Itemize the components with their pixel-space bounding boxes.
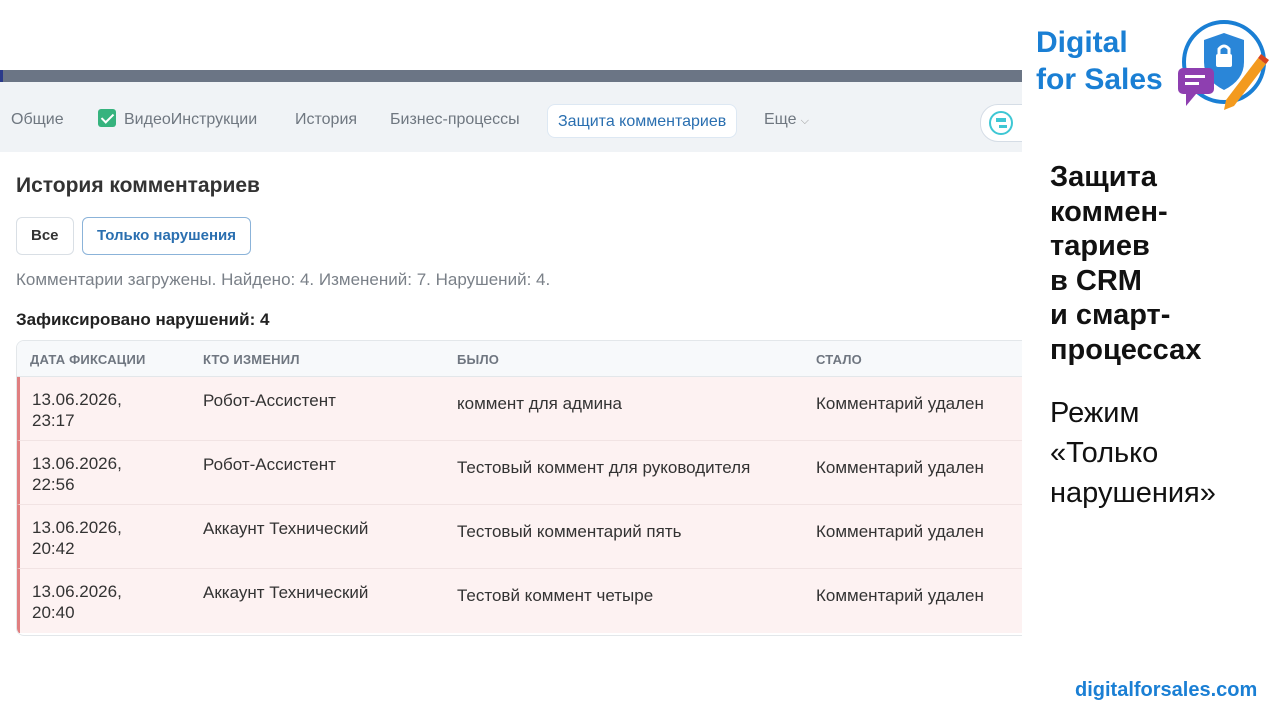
cell-became: Комментарий удален — [816, 394, 984, 413]
cell-became: Комментарий удален — [816, 522, 984, 541]
violations-table: ДАТА ФИКСАЦИИ КТО ИЗМЕНИЛ БЫЛО СТАЛО 13.… — [16, 340, 1022, 636]
column-header-became[interactable]: СТАЛО — [816, 352, 862, 367]
headline-line: Защита — [1050, 161, 1157, 193]
headline-line: в CRM — [1050, 264, 1142, 297]
table-row[interactable]: 13.06.2026, 20:42 Аккаунт Технический Тес… — [17, 505, 1022, 569]
cell-date-time: 22:56 — [32, 475, 75, 494]
cell-date: 13.06.2026, 20:40 — [32, 581, 162, 623]
filter-violations-only-button[interactable]: Только нарушения — [82, 217, 251, 255]
cell-who: Робот-Ассистент — [203, 391, 336, 410]
cell-became: Комментарий удален — [816, 458, 984, 477]
headline-line: тариев — [1050, 230, 1150, 262]
load-status-text: Комментарии загружены. Найдено: 4. Измен… — [16, 270, 551, 289]
mode-caption: Режим «Только нарушения» — [1050, 393, 1216, 513]
shield-chat-pencil-logo — [1178, 20, 1269, 110]
tab-more[interactable]: Еще ⌵ — [764, 102, 809, 138]
column-header-date[interactable]: ДАТА ФИКСАЦИИ — [30, 352, 146, 367]
column-header-who[interactable]: КТО ИЗМЕНИЛ — [203, 352, 300, 367]
cell-who: Аккаунт Технический — [203, 583, 369, 602]
brand-logo-line-2: for Sales — [1036, 63, 1163, 96]
list-tool-icon — [989, 111, 1013, 135]
chevron-down-icon: ⌵ — [800, 115, 809, 127]
cell-date-day: 13.06.2026, — [32, 454, 122, 473]
table-row[interactable]: 13.06.2026, 20:40 Аккаунт Технический Тес… — [17, 569, 1022, 633]
table-header: ДАТА ФИКСАЦИИ КТО ИЗМЕНИЛ БЫЛО СТАЛО — [17, 341, 1022, 377]
cell-date-time: 23:17 — [32, 411, 75, 430]
cell-was: коммент для админа — [457, 394, 622, 413]
headline-line: и смарт- — [1050, 299, 1171, 331]
tab-comment-protection[interactable]: Защита комментариев — [547, 104, 738, 138]
cell-date-time: 20:40 — [32, 603, 75, 622]
cell-date: 13.06.2026, 20:42 — [32, 517, 162, 559]
cell-date: 13.06.2026, 23:17 — [32, 389, 162, 431]
tab-videoinstructions-label: ВидеоИнструкции — [124, 111, 258, 128]
tab-general[interactable]: Общие — [11, 102, 64, 138]
cell-was: Тестовый комментарий пять — [457, 522, 682, 541]
column-header-was[interactable]: БЫЛО — [457, 352, 499, 367]
table-row[interactable]: 13.06.2026, 23:17 Робот-Ассистент коммент… — [17, 377, 1022, 441]
cell-date-day: 13.06.2026, — [32, 582, 122, 601]
mode-line: «Только — [1050, 437, 1159, 469]
cell-became: Комментарий удален — [816, 586, 984, 605]
cell-date-day: 13.06.2026, — [32, 518, 122, 537]
website-link[interactable]: digitalforsales.com — [1075, 679, 1257, 702]
brand-logo-text: Digital for Sales — [1036, 24, 1163, 98]
cell-who: Робот-Ассистент — [203, 455, 336, 474]
list-tool-button[interactable] — [980, 104, 1022, 142]
tab-videoinstructions[interactable]: ВидеоИнструкции — [98, 102, 257, 138]
tab-more-label: Еще — [764, 111, 797, 128]
mode-line: нарушения» — [1050, 477, 1216, 509]
window-top-bar — [0, 70, 1022, 82]
headline-line: коммен- — [1050, 195, 1168, 228]
brand-logo-line-1: Digital — [1036, 26, 1128, 59]
mode-line: Режим — [1050, 397, 1140, 429]
headline: Защита коммен- тариев в CRM и смарт- про… — [1050, 160, 1201, 367]
page-title: История комментариев — [16, 174, 260, 197]
headline-line: процессах — [1050, 333, 1202, 366]
cell-was: Тестовый коммент для руководителя — [457, 458, 751, 477]
filter-all-button[interactable]: Все — [16, 217, 74, 255]
cell-was: Тестовй коммент четыре — [457, 586, 654, 605]
cell-who: Аккаунт Технический — [203, 519, 369, 538]
tab-business-processes[interactable]: Бизнес-процессы — [390, 102, 520, 138]
cell-date: 13.06.2026, 22:56 — [32, 453, 162, 495]
tab-history[interactable]: История — [295, 102, 357, 138]
cell-date-day: 13.06.2026, — [32, 390, 122, 409]
tabs-bar: Общие ВидеоИнструкции История Бизнес-про… — [0, 82, 1022, 152]
violations-count-title: Зафиксировано нарушений: 4 — [16, 310, 270, 329]
cell-date-time: 20:42 — [32, 539, 75, 558]
crm-screenshot: Общие ВидеоИнструкции История Бизнес-про… — [0, 70, 1022, 650]
table-row[interactable]: 13.06.2026, 22:56 Робот-Ассистент Тестовы… — [17, 441, 1022, 505]
green-checkbox-icon — [98, 109, 116, 127]
